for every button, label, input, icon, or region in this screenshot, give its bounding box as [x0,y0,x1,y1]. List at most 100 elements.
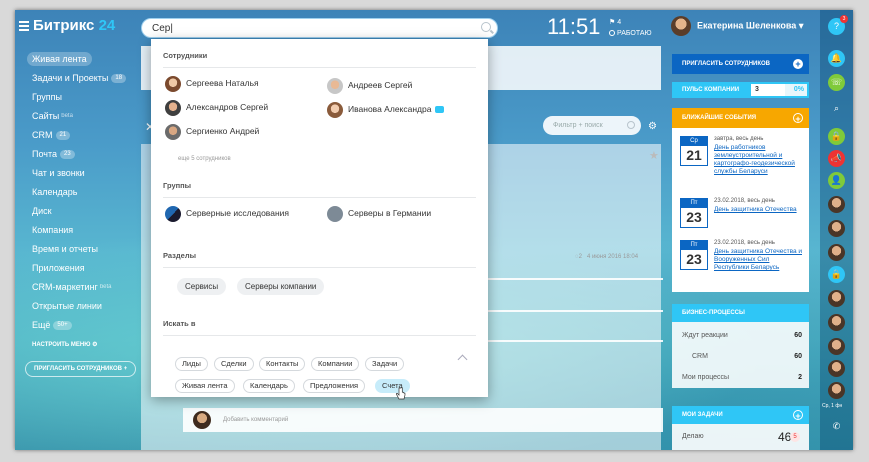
user-menu[interactable]: Екатерина Шеленкова ▾ [671,16,803,36]
search-in-tag[interactable]: Лиды [175,357,208,371]
phone-chat-icon[interactable]: ☏ [828,74,845,91]
group-name: Серверные исследования [186,208,289,218]
invite-label: ПРИГЛАСИТЬ СОТРУДНИКОВ [682,61,771,67]
group-result[interactable]: Серверы в Германии [327,205,431,222]
event-title[interactable]: День защитника Отечества [714,206,804,214]
contact-avatar[interactable] [828,290,845,307]
menu-item-apps[interactable]: Приложения [32,261,85,275]
add-comment-field[interactable]: Добавить комментарий [183,408,663,432]
logo-text: Битрикс [33,17,95,34]
event-item[interactable]: Ср 21 завтра, весь день День работников з… [680,136,805,182]
employee-result[interactable]: Андреев Сергей [327,77,412,94]
contact-avatar[interactable] [828,314,845,331]
bp-row[interactable]: Мои процессы 2 [682,374,802,381]
more-employees-link[interactable]: еще 5 сотрудников [178,156,231,162]
menu-item-groups[interactable]: Группы [32,90,62,104]
event-item[interactable]: Пт 23 23.02.2018, весь день День защитник… [680,198,805,230]
divider [163,197,476,198]
menu-item-live-feed[interactable]: Живая лента [27,52,92,66]
groups-title: Группы [163,181,192,190]
menu-item-chat[interactable]: Чат и звонки [32,166,85,180]
employee-name: Александров Сергей [186,102,269,112]
beta-label: beta [61,113,73,119]
contact-avatar[interactable] [828,382,845,399]
contact-avatar[interactable] [828,244,845,261]
my-tasks-header: МОИ ЗАДАЧИ + [672,406,809,424]
section-chip[interactable]: Сервисы [177,278,227,295]
search-in-tag[interactable]: Живая лента [175,379,235,393]
search-in-tag[interactable]: Календарь [243,379,295,393]
menu-item-calendar[interactable]: Календарь [32,185,77,199]
section-chip[interactable]: Серверы компании [237,278,325,295]
event-title[interactable]: День работников землеустроительной и кар… [714,144,804,176]
employee-result[interactable]: Иванова Александра [327,101,445,118]
menu-item-crm[interactable]: CRM 21 [32,128,71,142]
bp-row[interactable]: Ждут реакции 60 [682,332,802,339]
gear-icon[interactable]: ⚙ [648,121,657,132]
menu-item-label: Компания [32,225,74,235]
counter-badge: 23 [60,150,75,160]
search-in-tag[interactable]: Предложения [303,379,366,393]
employee-result[interactable]: Сергиенко Андрей [165,123,259,140]
search-box[interactable] [141,18,498,38]
user-icon[interactable]: 👤 [828,172,845,189]
menu-burger-icon[interactable] [19,19,29,33]
search-icon[interactable] [481,22,491,32]
add-event-icon[interactable]: + [793,113,803,124]
help-icon[interactable]: ? 3 [828,15,848,35]
menu-item-disk[interactable]: Диск [32,204,52,218]
search-in-tag[interactable]: Контакты [259,357,306,371]
company-pulse[interactable]: ПУЛЬС КОМПАНИИ 3 0% [672,82,809,98]
search-in-tag[interactable]: Сделки [214,357,254,371]
menu-item-crm-marketing[interactable]: CRM-маркетинг beta [32,280,112,294]
menu-item-label: Группы [32,92,62,102]
call-icon[interactable]: ✆ [828,418,845,435]
add-task-icon[interactable]: + [793,410,803,421]
menu-item-label: Задачи и Проекты [32,73,109,83]
menu-item-more[interactable]: Ещё 50+ [32,318,72,332]
event-item[interactable]: Пт 23 23.02.2018, весь день День защитник… [680,240,805,286]
menu-item-mail[interactable]: Почта 23 [32,147,75,161]
search-in-tag[interactable]: Задачи [365,357,405,371]
contact-avatar[interactable] [828,338,845,355]
bp-row[interactable]: CRM 60 [682,353,802,360]
menu-item-open-lines[interactable]: Открытые линии [32,299,102,313]
logo[interactable]: Битрикс 24 [19,17,115,34]
group-result[interactable]: Серверные исследования [165,205,289,222]
tasks-badge: 5 [790,432,800,442]
search-in-tag[interactable]: Компании [311,357,360,371]
invite-employees-button[interactable]: ПРИГЛАСИТЬ СОТРУДНИКОВ + [25,361,137,377]
employee-name: Иванова Александра [348,104,432,114]
menu-item-label: Сайты [32,111,60,121]
contact-avatar[interactable] [828,360,845,377]
chevron-up-icon[interactable] [457,354,468,365]
menu-item-tasks[interactable]: Задачи и Проекты 18 [32,71,127,85]
contact-avatar[interactable] [828,220,845,237]
menu-item-time-reports[interactable]: Время и отчеты [32,242,98,256]
menu-item-sites[interactable]: Сайты beta [32,109,73,123]
contact-avatar[interactable] [828,196,845,213]
employee-result[interactable]: Сергеева Наталья [165,75,259,92]
filter-placeholder: Фильтр + поиск [553,122,603,129]
chat-icon[interactable] [435,106,445,114]
employee-result[interactable]: Александров Сергей [165,99,269,116]
search-icon[interactable]: ⌕ [828,100,845,117]
bell-icon[interactable]: 🔔 [828,50,845,67]
work-status[interactable]: ⚑ 4 РАБОТАЮ [609,17,652,39]
configure-menu-button[interactable]: НАСТРОИТЬ МЕНЮ ⚙ [32,341,98,348]
my-tasks[interactable]: Делаю 46 5 [672,424,809,450]
search-results-dropdown: Сотрудники Сергеева Наталья Андреев Серг… [151,39,488,400]
megaphone-icon[interactable]: 📣 [828,150,845,167]
lock-icon[interactable]: 🔒 [828,266,845,283]
event-title[interactable]: День защитника Отечества и Вооруженных С… [714,248,804,272]
tasks-title: МОИ ЗАДАЧИ [682,412,723,418]
business-processes: Ждут реакции 60 CRM 60 Мои процессы 2 [672,322,809,388]
filter-search-input[interactable]: Фильтр + поиск [543,116,641,135]
clock[interactable]: 11:51 [547,14,600,40]
star-icon[interactable]: ★ [649,149,659,162]
menu-item-company[interactable]: Компания [32,223,73,237]
left-menu: Живая лента Задачи и Проекты 18 Группы Са… [15,46,141,450]
invite-employees-button[interactable]: ПРИГЛАСИТЬ СОТРУДНИКОВ + [672,54,809,74]
search-input[interactable] [152,21,472,36]
lock-icon[interactable]: 🔒 [828,128,845,145]
